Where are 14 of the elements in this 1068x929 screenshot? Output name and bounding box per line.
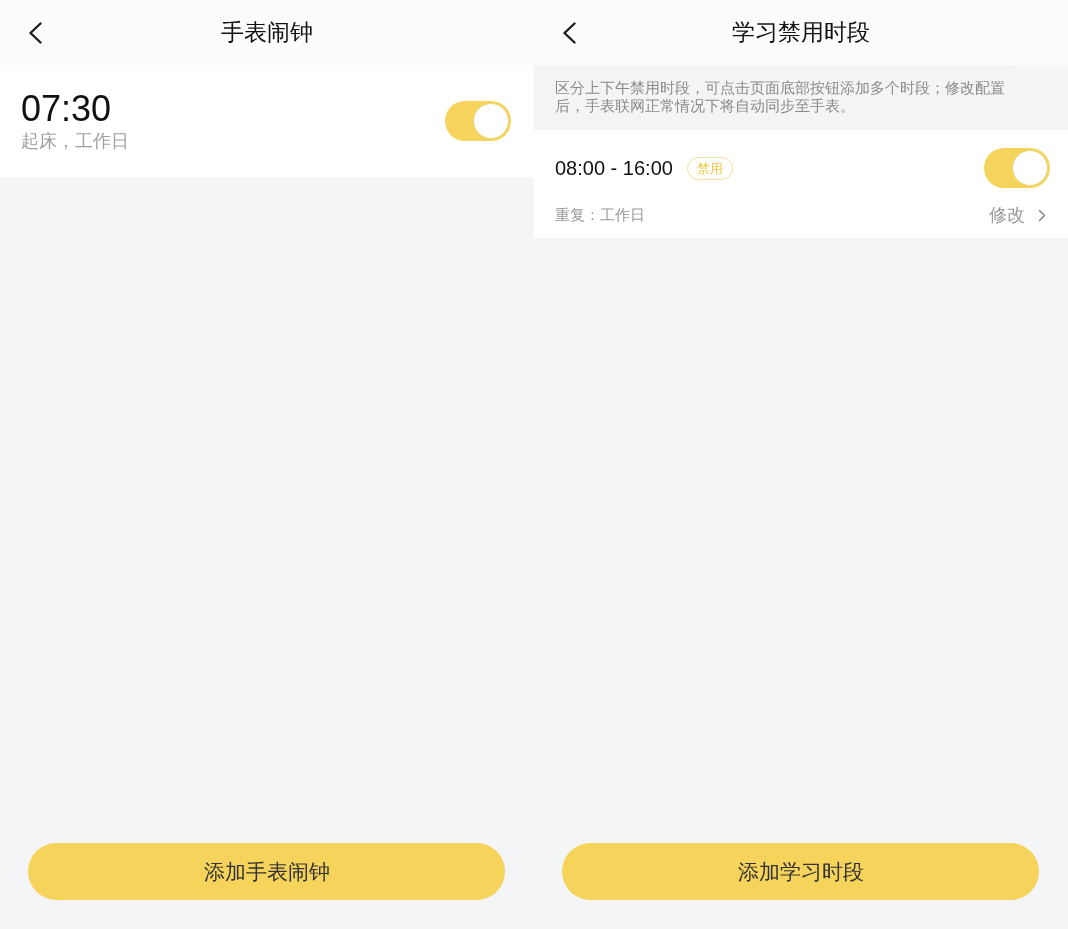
add-button[interactable]: 添加手表闹钟	[28, 843, 505, 900]
toggle-switch[interactable]	[984, 148, 1050, 188]
alarm-label: 起床，工作日	[21, 130, 129, 153]
screen-title: 学习禁用时段	[732, 18, 870, 47]
back-icon[interactable]	[28, 21, 42, 44]
back-icon[interactable]	[562, 21, 576, 44]
chevron-right-icon	[1038, 208, 1046, 222]
alarm-card[interactable]: 07:30 起床，工作日	[0, 65, 534, 177]
screen-title: 手表闹钟	[221, 18, 313, 47]
repeat-text: 重复：工作日	[555, 205, 645, 225]
add-button[interactable]: 添加学习时段	[562, 843, 1039, 900]
alarm-time: 07:30	[21, 89, 113, 129]
toggle-switch[interactable]	[445, 101, 511, 141]
time-range: 08:00 - 16:00	[555, 156, 673, 180]
